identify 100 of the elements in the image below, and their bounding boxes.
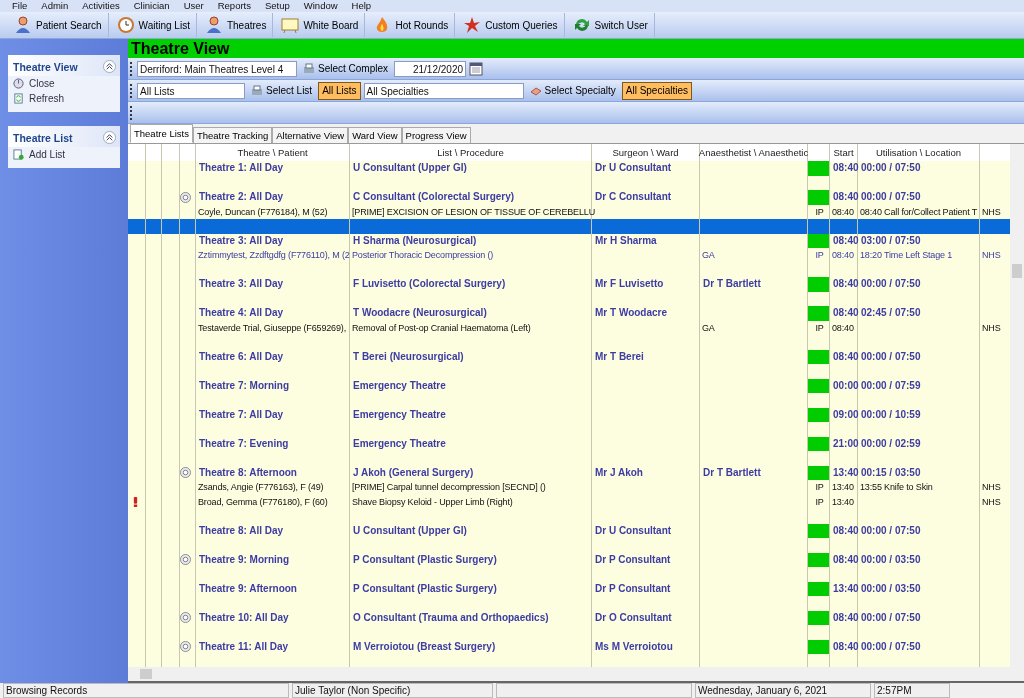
theatre-name[interactable]: Theatre 8: Afternoon	[196, 465, 297, 480]
status-indicator	[808, 610, 829, 625]
start-time: 21:00	[832, 436, 859, 451]
patient-name[interactable]: Coyle, Duncan (F776184), M (52)	[196, 204, 328, 219]
all-lists-toggle[interactable]: All Lists	[318, 81, 361, 100]
target-icon[interactable]	[180, 554, 191, 566]
swap-icon	[572, 16, 591, 34]
surgeon-name: Mr J Akoh	[594, 465, 643, 480]
list-name: P Consultant (Plastic Surgery)	[352, 552, 497, 567]
toolbar-button[interactable]: Theatres	[198, 13, 274, 37]
toolbar-button[interactable]: White Board	[275, 13, 366, 37]
surgeon-name: Mr H Sharma	[594, 233, 657, 248]
target-icon[interactable]	[180, 191, 191, 203]
theatre-name[interactable]: Theatre 10: All Day	[196, 610, 289, 625]
theatre-name[interactable]: Theatre 7: Evening	[196, 436, 289, 451]
tab[interactable]: Progress View	[401, 127, 471, 143]
list-name: U Consultant (Upper GI)	[352, 523, 467, 538]
menu-item[interactable]: Reports	[217, 0, 251, 12]
menu-item[interactable]: User	[183, 0, 204, 12]
theatre-name[interactable]: Theatre 11: All Day	[196, 639, 289, 654]
start-time: 13:40	[831, 481, 854, 494]
date-field[interactable]: 21/12/2020	[394, 60, 467, 77]
menu-item[interactable]: Window	[303, 0, 338, 12]
toolbar-button[interactable]: Switch User	[566, 13, 655, 37]
refresh-icon	[13, 93, 24, 104]
patient-name[interactable]: Testaverde Trial, Giuseppe (F659269),	[196, 320, 347, 335]
list-name: O Consultant (Trauma and Orthopaedics)	[352, 610, 549, 625]
column-header[interactable]: Start	[830, 144, 858, 161]
anaesthetic: GA	[701, 249, 715, 262]
collapse-icon[interactable]	[103, 131, 116, 144]
theatre-name[interactable]: Theatre 9: Afternoon	[196, 581, 297, 596]
toolbar-button[interactable]: Waiting List	[110, 13, 197, 37]
specialty-field[interactable]: All Specialties	[363, 82, 524, 99]
select-list-button[interactable]: Select List	[248, 81, 316, 100]
menu-item[interactable]: Help	[351, 0, 372, 12]
procedure: [PRIME] EXCISION OF LESION OF TISSUE OF CEREBELLU	[351, 205, 596, 219]
column-header[interactable]: List \ Procedure	[350, 144, 592, 161]
tracking-event: 18:20 Time Left Stage 1	[859, 249, 953, 262]
patient-name[interactable]: Broad, Gemma (F776180), F (60)	[196, 494, 328, 509]
start-time: 08:40	[832, 161, 859, 175]
status-time: 2:57PM	[874, 683, 950, 698]
column-header[interactable]: Utilisation \ Location	[858, 144, 980, 161]
list-name: Emergency Theatre	[352, 407, 446, 422]
select-complex-button[interactable]: Select Complex	[300, 59, 392, 78]
sidebar-link[interactable]: Close	[8, 76, 120, 91]
theatre-name[interactable]: Theatre 4: All Day	[196, 306, 284, 321]
location: NHS	[981, 481, 1001, 494]
select-specialty-button[interactable]: Select Specialty	[526, 81, 619, 100]
menu-item[interactable]: File	[12, 0, 28, 12]
tab[interactable]: Ward View	[348, 127, 402, 143]
column-header[interactable]: Surgeon \ Ward	[592, 144, 700, 161]
theatre-name[interactable]: Theatre 7: Morning	[196, 378, 289, 393]
theatre-name[interactable]: Theatre 6: All Day	[196, 349, 284, 364]
location: NHS	[981, 249, 1001, 262]
menu-item[interactable]: Clinician	[133, 0, 170, 12]
sidebar-link[interactable]: Refresh	[8, 91, 120, 106]
menu-item[interactable]: Admin	[41, 0, 69, 12]
add-document-icon	[13, 149, 24, 160]
utilisation: 00:00 / 03:50	[860, 552, 921, 567]
complex-field[interactable]: Derriford: Main Theatres Level 4	[137, 60, 297, 77]
tab[interactable]: Theatre Lists	[130, 124, 193, 143]
theatre-name[interactable]: Theatre 8: All Day	[196, 523, 284, 538]
toolbar-button[interactable]: Hot Rounds	[367, 13, 456, 37]
anaesthetist-name: Dr T Bartlett	[702, 277, 761, 291]
toolbar-button[interactable]: Custom Queries	[457, 13, 565, 37]
all-specialties-toggle[interactable]: All Specialties	[621, 81, 692, 100]
user-name: Julie Taylor (Non Specific)	[292, 683, 493, 698]
theatre-name[interactable]: Theatre 3: All Day	[196, 233, 284, 248]
theatre-name[interactable]: Theatre 3: All Day	[196, 277, 284, 292]
patient-name[interactable]: Zztimmytest, Zzdftgdfg (F776110), M (2	[196, 248, 350, 263]
menu-item[interactable]: Setup	[264, 0, 290, 12]
horizontal-scrollbar[interactable]	[128, 667, 1024, 683]
location: NHS	[981, 205, 1001, 219]
menu-item[interactable]: Activities	[82, 0, 120, 12]
vertical-scrollbar[interactable]	[1010, 144, 1024, 667]
target-icon[interactable]	[180, 612, 191, 624]
start-time: 08:40	[832, 552, 859, 567]
list-field[interactable]: All Lists	[137, 82, 245, 99]
theatre-name[interactable]: Theatre 7: All Day	[196, 407, 284, 422]
tab[interactable]: Theatre Tracking	[192, 127, 273, 143]
target-icon[interactable]	[180, 641, 191, 653]
theatre-name[interactable]: Theatre 2: All Day	[196, 190, 284, 205]
sidebar-link[interactable]: Add List	[8, 147, 120, 162]
tab[interactable]: Alternative View	[272, 127, 349, 143]
column-header[interactable]: Anaesthetist \ Anaesthetic	[700, 144, 808, 161]
surgeon-name: Mr T Berei	[594, 349, 644, 364]
tracking-event: 13:55 Knife to Skin	[859, 481, 933, 494]
status-indicator	[808, 552, 829, 567]
tracking-event: 08:40 Call for/Collect Patient T	[859, 205, 978, 219]
collapse-icon[interactable]	[103, 60, 116, 73]
patient-name[interactable]: Zsands, Angie (F776163), F (49)	[196, 480, 324, 495]
target-icon[interactable]	[180, 467, 191, 479]
calendar-icon[interactable]	[469, 61, 484, 76]
column-header[interactable]: Theatre \ Patient	[196, 144, 350, 161]
theatre-name[interactable]: Theatre 1: All Day	[196, 161, 284, 176]
surgeon-name: Dr U Consultant	[594, 161, 672, 175]
status-indicator	[808, 161, 829, 176]
utilisation: 00:00 / 07:50	[860, 190, 921, 204]
theatre-name[interactable]: Theatre 9: Morning	[196, 552, 289, 567]
toolbar-button[interactable]: Patient Search	[8, 13, 109, 37]
